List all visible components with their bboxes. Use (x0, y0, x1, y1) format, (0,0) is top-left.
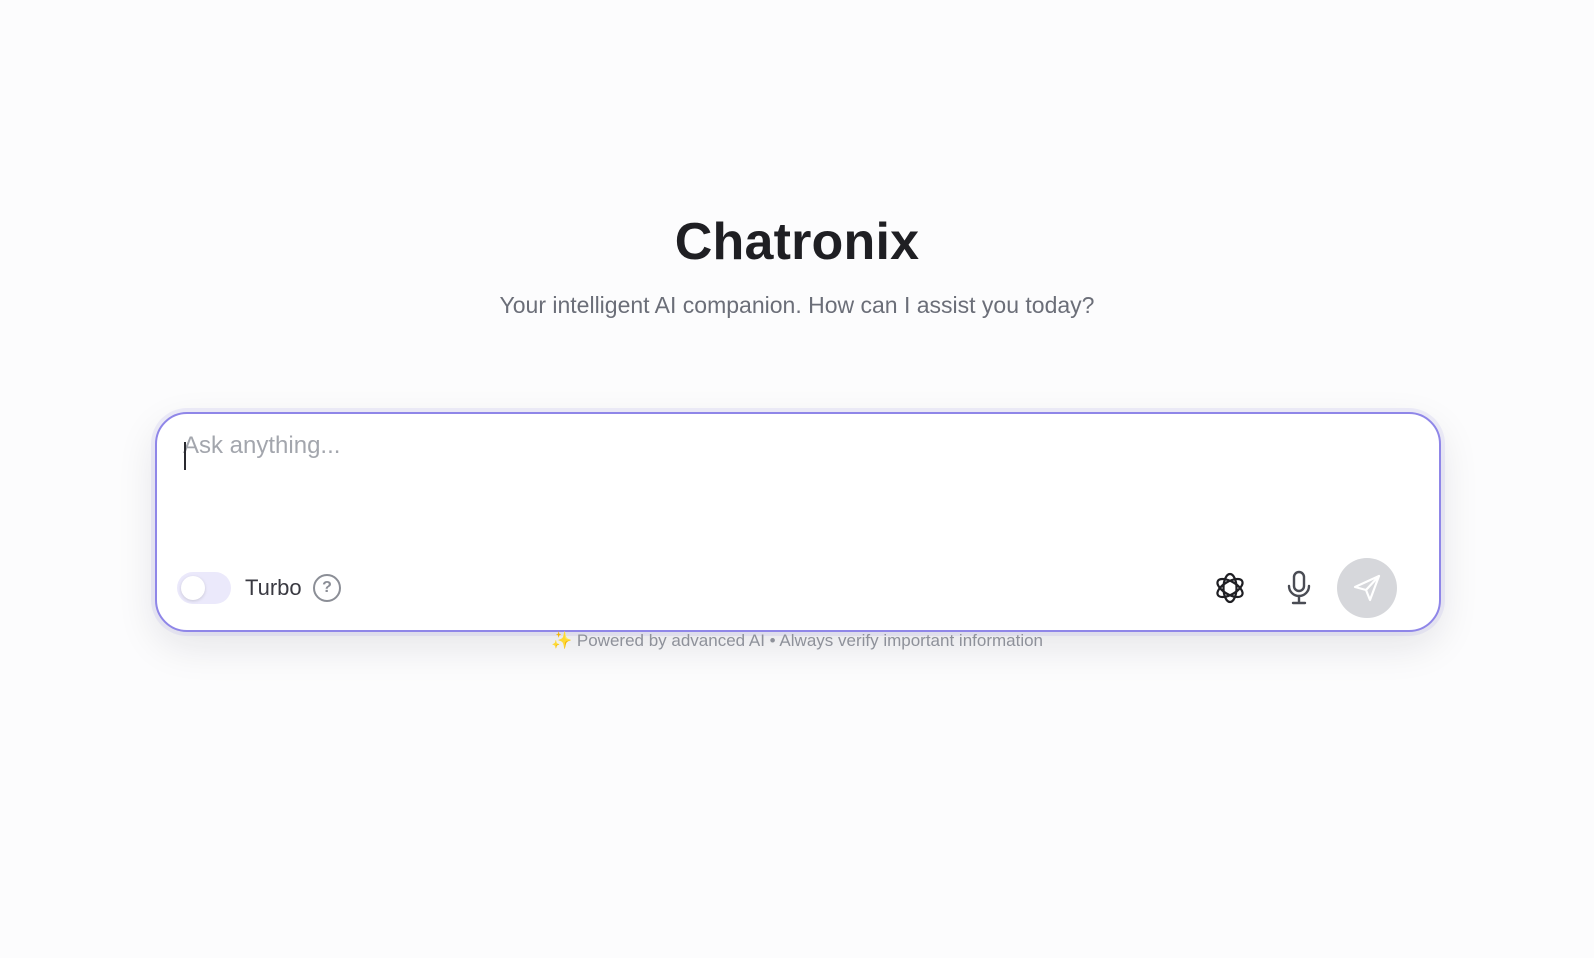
turbo-toggle[interactable] (177, 572, 231, 604)
page-title: Chatronix (674, 213, 920, 271)
turbo-toggle-knob (181, 576, 205, 600)
microphone-icon (1287, 570, 1311, 605)
disclaimer-note: ✨ Powered by advanced AI • Always verify… (0, 631, 1594, 651)
send-button[interactable] (1337, 558, 1397, 618)
sparkle-icon: ✨ (550, 631, 573, 650)
question-circle-icon[interactable]: ? (313, 574, 341, 602)
microphone-button[interactable] (1277, 566, 1321, 610)
prompt-input[interactable] (183, 432, 1413, 532)
model-selector-button[interactable] (1208, 566, 1252, 610)
disclaimer-text: Powered by advanced AI • Always verify i… (576, 631, 1044, 650)
paper-plane-icon (1353, 574, 1381, 602)
text-caret (184, 442, 186, 470)
turbo-label: Turbo (245, 575, 302, 600)
chat-composer: Turbo ? (155, 412, 1441, 632)
openai-logo-icon (1216, 572, 1244, 604)
chat-landing-page: Chatronix Your intelligent AI companion.… (0, 0, 1594, 958)
page-subtitle: Your intelligent AI companion. How can I… (499, 292, 1095, 318)
